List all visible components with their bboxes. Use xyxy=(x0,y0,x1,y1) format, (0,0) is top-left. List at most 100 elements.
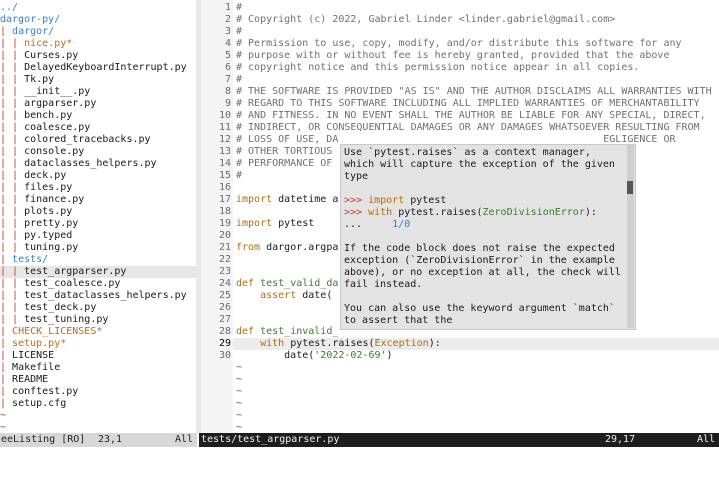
tree-file[interactable]: | | plots.py xyxy=(0,206,196,218)
file-tree-pane[interactable]: ../dargor-py/| dargor/| | nice.py* | | Cu… xyxy=(0,0,196,433)
tree-indent-guide: | | xyxy=(0,74,25,85)
line-number: 19 xyxy=(218,218,231,229)
line-number: 17 xyxy=(218,194,231,205)
code-line[interactable]: # PERFORMANCE OF xyxy=(236,158,332,170)
tree-file[interactable]: | README xyxy=(0,374,196,386)
popup-doc-token: ... xyxy=(344,219,393,230)
code-line[interactable]: ~ xyxy=(236,422,242,433)
popup-doc-line: fail instead. xyxy=(344,279,422,291)
hover-documentation-popup[interactable]: Use `pytest.raises` as a context manager… xyxy=(340,144,636,330)
line-number: 18 xyxy=(218,206,231,217)
code-line[interactable]: assert date( xyxy=(236,290,332,302)
tree-indent-guide: | | xyxy=(0,134,25,145)
tree-directory[interactable]: | tests/ xyxy=(0,254,196,266)
popup-doc-line: which will capture the exception of the … xyxy=(344,159,615,171)
code-line[interactable]: ~ xyxy=(236,362,242,374)
tree-file[interactable]: | | argparser.py xyxy=(0,98,196,110)
line-number xyxy=(201,410,231,422)
code-token: test_invalid_ xyxy=(260,326,339,337)
code-token: ~ xyxy=(236,362,243,373)
tree-file[interactable]: | | test_argparser.py xyxy=(0,266,196,278)
code-line[interactable]: # INDIRECT, OR CONSEQUENTIAL DAMAGES OR … xyxy=(236,122,700,134)
tree-file[interactable]: | | test_dataclasses_helpers.py xyxy=(0,290,196,302)
tree-file[interactable]: | | test_coalesce.py xyxy=(0,278,196,290)
code-line[interactable]: def test_invalid_ xyxy=(236,326,338,338)
tree-item-label: argparser.py xyxy=(24,98,97,109)
code-line[interactable]: # xyxy=(236,2,242,14)
code-line[interactable]: # Copyright (c) 2022, Gabriel Linder <li… xyxy=(236,14,615,26)
tree-indent-guide: | | xyxy=(0,170,25,181)
line-number: 7 xyxy=(224,74,231,85)
tree-item-label: ~ xyxy=(0,410,7,421)
tree-indent-guide: | | xyxy=(0,62,25,73)
tree-file[interactable]: | | bench.py xyxy=(0,110,196,122)
popup-doc-line: type xyxy=(344,171,368,183)
code-line[interactable]: # THE SOFTWARE IS PROVIDED "AS IS" AND T… xyxy=(236,86,712,98)
tree-file[interactable]: | | files.py xyxy=(0,182,196,194)
code-line[interactable]: # purpose with or without fee is hereby … xyxy=(236,50,669,62)
line-number: 28 xyxy=(218,326,231,337)
code-token: assert xyxy=(260,290,297,301)
tree-file[interactable]: | | coalesce.py xyxy=(0,122,196,134)
tree-item-label: __init__.py xyxy=(24,86,91,97)
tree-file[interactable]: | | finance.py xyxy=(0,194,196,206)
popup-scrollbar[interactable] xyxy=(627,144,634,328)
code-line[interactable]: with pytest.raises(Exception): xyxy=(236,338,441,350)
tree-file[interactable]: | | Curses.py xyxy=(0,50,196,62)
code-line[interactable]: date('2022-02-69') xyxy=(236,350,392,362)
tree-file[interactable]: | setup.py* xyxy=(0,338,196,350)
line-number xyxy=(201,386,231,398)
right-status-percent: All xyxy=(697,434,716,445)
code-line[interactable]: def test_valid_da xyxy=(236,278,338,290)
code-line[interactable]: ~ xyxy=(236,398,242,410)
code-token: # THE SOFTWARE IS PROVIDED "AS IS" AND T… xyxy=(236,86,712,97)
code-line[interactable]: import pytest xyxy=(236,218,314,230)
tree-directory[interactable]: ../ xyxy=(0,2,196,14)
code-line[interactable]: # REGARD TO THIS SOFTWARE INCLUDING ALL … xyxy=(236,98,700,110)
tree-file[interactable]: | | pretty.py xyxy=(0,218,196,230)
tree-file[interactable]: | | __init__.py xyxy=(0,86,196,98)
code-line[interactable]: # AND FITNESS. IN NO EVENT SHALL THE AUT… xyxy=(236,110,706,122)
tree-directory[interactable]: | dargor/ xyxy=(0,26,196,38)
tree-file[interactable]: | | nice.py* xyxy=(0,38,196,50)
tree-indent-guide: | | xyxy=(0,50,25,61)
tree-file[interactable]: | | colored_tracebacks.py xyxy=(0,134,196,146)
code-line[interactable]: ~ xyxy=(236,374,242,386)
popup-doc-token: pytest.raises( xyxy=(392,207,483,218)
code-line[interactable]: # xyxy=(236,74,242,86)
line-number-gutter: 1 2 3 4 5 6 7 8 9 10 11 12 13 14 15 16 17 18 19 20 21 22 23 24 2… xyxy=(201,0,233,433)
tree-file[interactable]: | | test_tuning.py xyxy=(0,314,196,326)
popup-doc-token: type xyxy=(344,171,369,182)
tree-file[interactable]: | setup.cfg xyxy=(0,398,196,410)
code-token: # LOSS OF USE, DA xyxy=(236,134,339,145)
code-line[interactable]: from dargor.argpa xyxy=(236,242,338,254)
tree-item-label: test_argparser.py xyxy=(24,266,127,277)
tree-file[interactable]: | | console.py xyxy=(0,146,196,158)
tree-file[interactable]: | | tuning.py xyxy=(0,242,196,254)
line-number xyxy=(201,398,231,410)
code-token: # xyxy=(236,2,243,13)
tree-file[interactable]: | conftest.py xyxy=(0,386,196,398)
tree-file[interactable]: | LICENSE xyxy=(0,350,196,362)
tree-directory[interactable]: dargor-py/ xyxy=(0,14,196,26)
tree-file[interactable]: | | test_deck.py xyxy=(0,302,196,314)
popup-scrollbar-thumb[interactable] xyxy=(627,181,633,194)
code-line[interactable]: # xyxy=(236,26,242,38)
code-line[interactable]: # Permission to use, copy, modify, and/o… xyxy=(236,38,682,50)
tree-file[interactable]: | | DelayedKeyboardInterrupt.py xyxy=(0,62,196,74)
code-line[interactable]: # xyxy=(236,170,242,182)
command-line[interactable] xyxy=(0,447,719,461)
code-line[interactable]: ~ xyxy=(236,386,242,398)
code-line[interactable]: ~ xyxy=(236,410,242,422)
tree-file[interactable]: | | dataclasses_helpers.py xyxy=(0,158,196,170)
tree-file[interactable]: | CHECK_LICENSES* xyxy=(0,326,196,338)
tree-file[interactable]: | | Tk.py xyxy=(0,74,196,86)
code-token: # xyxy=(236,74,243,85)
code-line[interactable]: import datetime a xyxy=(236,194,338,206)
tree-indent-guide: | | xyxy=(0,218,25,229)
code-line[interactable]: # copyright notice and this permission n… xyxy=(236,62,639,74)
tree-file[interactable]: | | deck.py xyxy=(0,170,196,182)
tree-indent-guide: | | xyxy=(0,314,25,325)
tree-file[interactable]: | Makefile xyxy=(0,362,196,374)
tree-file[interactable]: | | py.typed xyxy=(0,230,196,242)
